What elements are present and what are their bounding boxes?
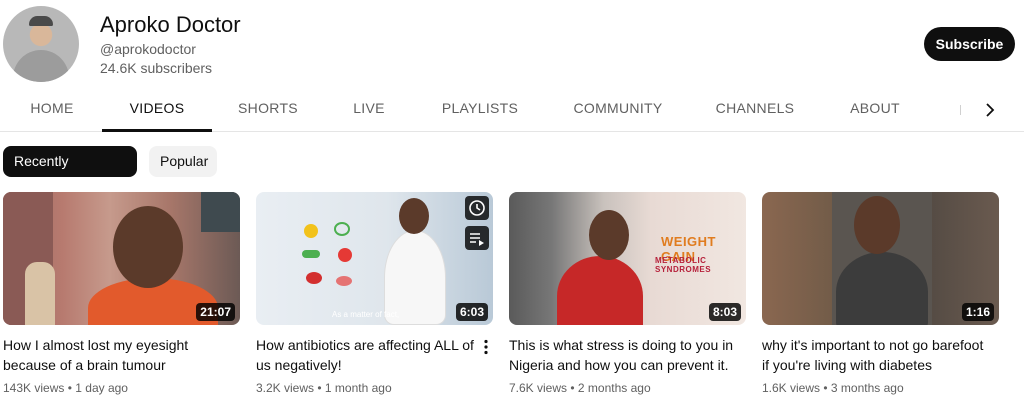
view-count: 1.6K views: [762, 381, 821, 395]
tab-live[interactable]: LIVE: [340, 90, 398, 132]
video-meta: 143K views • 1 day ago: [3, 381, 128, 395]
add-to-queue-button[interactable]: [465, 226, 489, 250]
video-meta: 7.6K views • 2 months ago: [509, 381, 651, 395]
video-title[interactable]: How antibiotics are affecting ALL of us …: [256, 335, 481, 375]
watch-later-icon: [469, 200, 485, 216]
video-meta: 1.6K views • 3 months ago: [762, 381, 904, 395]
thumbnail-caption: As a matter of fact,: [332, 310, 400, 319]
channel-header: Aproko Doctor @aprokodoctor 24.6K subscr…: [0, 0, 1024, 90]
meta-separator: •: [570, 381, 575, 395]
thumbnail-person-head: [589, 210, 629, 260]
view-count: 3.2K views: [256, 381, 315, 395]
thumbnail-picture-frame: [201, 192, 240, 232]
thumbnail-person-head: [399, 198, 429, 234]
meta-separator: •: [67, 381, 72, 395]
upload-age: 2 months ago: [577, 381, 651, 395]
tab-channels[interactable]: CHANNELS: [706, 90, 804, 132]
chevron-right-icon[interactable]: [978, 98, 1002, 122]
video-title[interactable]: why it's important to not go barefoot if…: [762, 335, 987, 375]
thumbnail-germ-pink: [336, 276, 352, 286]
tab-videos[interactable]: VIDEOS: [102, 90, 212, 132]
video-title[interactable]: How I almost lost my eyesight because of…: [3, 335, 228, 375]
channel-tabs: HOME VIDEOS SHORTS LIVE PLAYLISTS COMMUN…: [0, 90, 1024, 132]
thumbnail-germ-yellow: [304, 224, 318, 238]
thumbnail-person-body: [836, 252, 928, 325]
upload-age: 3 months ago: [830, 381, 904, 395]
video-card[interactable]: 21:07 How I almost lost my eyesight beca…: [3, 192, 240, 395]
more-vert-icon[interactable]: [482, 339, 490, 355]
video-card[interactable]: WEIGHT GAIN METABOLIC SYNDROMES 8:03 Thi…: [509, 192, 746, 395]
tab-playlists[interactable]: PLAYLISTS: [430, 90, 530, 132]
channel-name[interactable]: Aproko Doctor: [100, 12, 241, 38]
upload-age: 1 month ago: [324, 381, 392, 395]
video-duration: 8:03: [708, 303, 741, 321]
subscribe-button[interactable]: Subscribe: [924, 27, 1015, 61]
tab-overflow-divider: [958, 99, 964, 123]
tab-about[interactable]: ABOUT: [836, 90, 914, 132]
video-thumbnail[interactable]: 1:16: [762, 192, 999, 325]
watch-later-button[interactable]: [465, 196, 489, 220]
video-meta: 3.2K views • 1 month ago: [256, 381, 392, 395]
thumbnail-overlay-subtitle: METABOLIC SYNDROMES: [655, 256, 712, 274]
chip-popular[interactable]: Popular: [149, 146, 217, 177]
chip-recently-uploaded[interactable]: Recently uploaded: [3, 146, 137, 200]
thumbnail-person-body: [557, 256, 643, 325]
upload-age: 1 day ago: [75, 381, 128, 395]
video-duration: 6:03: [455, 303, 488, 321]
video-card[interactable]: 1:16 why it's important to not go barefo…: [762, 192, 999, 395]
meta-separator: •: [317, 381, 322, 395]
thumbnail-germ-red: [338, 248, 352, 262]
meta-separator: •: [823, 381, 828, 395]
tab-shorts[interactable]: SHORTS: [228, 90, 308, 132]
tab-home[interactable]: HOME: [18, 90, 86, 132]
video-thumbnail[interactable]: WEIGHT GAIN METABOLIC SYNDROMES 8:03: [509, 192, 746, 325]
thumbnail-germ-green: [334, 222, 350, 236]
video-thumbnail[interactable]: 21:07: [3, 192, 240, 325]
add-to-queue-icon: [470, 233, 484, 246]
video-duration: 21:07: [196, 303, 235, 321]
thumbnail-germ-red-2: [306, 272, 322, 284]
video-duration: 1:16: [961, 303, 994, 321]
channel-handle: @aprokodoctor: [100, 41, 196, 57]
view-count: 7.6K views: [509, 381, 568, 395]
thumbnail-person-head: [854, 196, 900, 254]
thumbnail-person-head: [113, 206, 183, 288]
video-card[interactable]: As a matter of fact, 6:03 How antibiotic…: [256, 192, 493, 395]
thumbnail-prop: [25, 262, 55, 325]
video-thumbnail[interactable]: As a matter of fact, 6:03: [256, 192, 493, 325]
view-count: 143K views: [3, 381, 65, 395]
tab-community[interactable]: COMMUNITY: [562, 90, 674, 132]
channel-avatar[interactable]: [3, 6, 79, 82]
subscriber-count: 24.6K subscribers: [100, 60, 213, 76]
thumbnail-germ-rod: [302, 250, 320, 258]
video-title[interactable]: This is what stress is doing to you in N…: [509, 335, 734, 375]
